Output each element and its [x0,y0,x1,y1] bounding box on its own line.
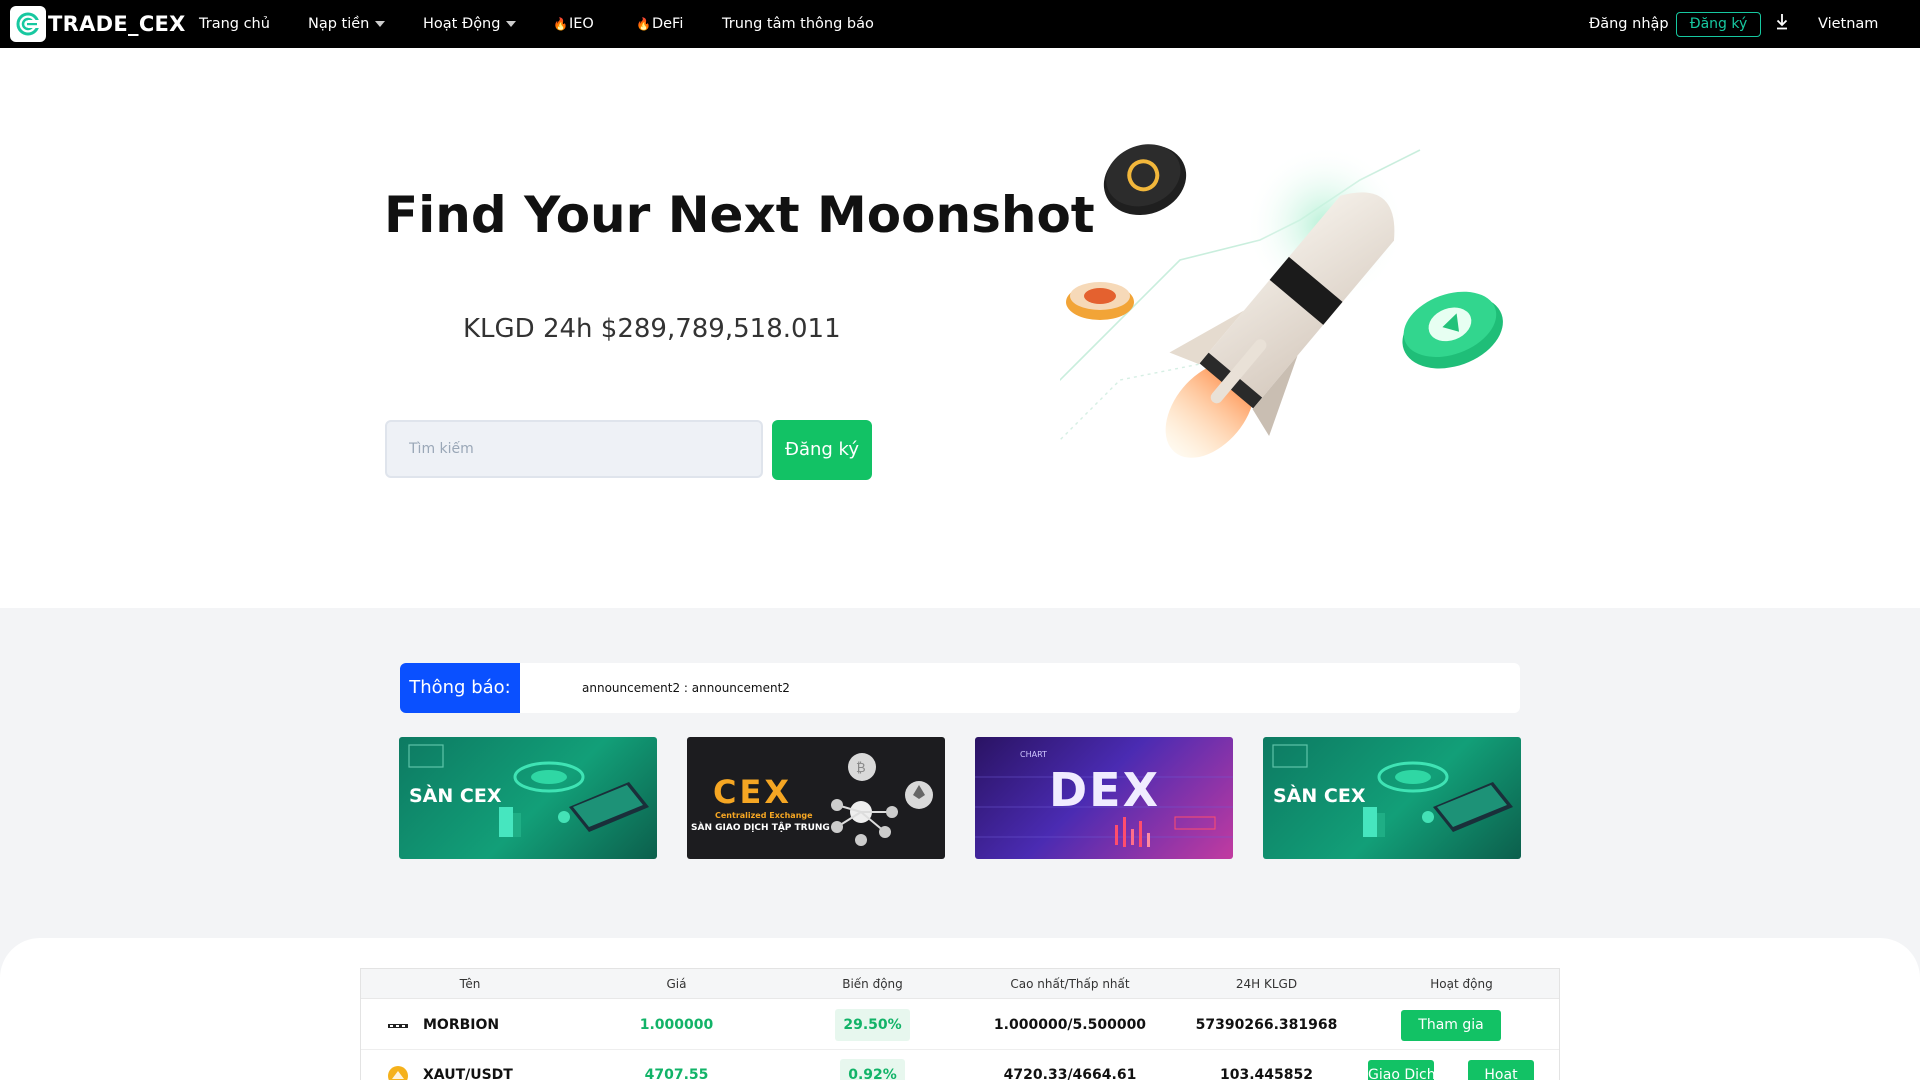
nav-announcement-center[interactable]: Trung tâm thông báo [722,0,874,48]
download-icon[interactable] [1774,12,1790,32]
table-row[interactable]: XAUT/USDT 4707.55 0.92% 4720.33/4664.61 … [361,1050,1559,1080]
register-button[interactable]: Đăng ký [1676,12,1761,37]
coin-change-cell: 29.50% [774,1000,971,1050]
col-high-low: Cao nhất/Thấp nhất [1010,977,1130,991]
brand-logo[interactable]: TRADE_CEX [10,6,186,42]
nav-deposit[interactable]: Nạp tiền [308,0,386,48]
coin-high-low: 4720.33/4664.61 [1003,1067,1137,1080]
brand-name: TRADE_CEX [48,12,186,36]
table-header: Tên Giá Biến động Cao nhất/Thấp nhất 24H… [361,969,1559,999]
morbion-coin-icon [388,1024,408,1028]
announcement-bar[interactable]: Thông báo: announcement2 : announcement2 [400,663,1520,713]
chevron-down-icon [375,21,386,27]
nav-activity[interactable]: Hoạt Động [423,0,517,48]
nav-defi-label: DeFi [651,16,684,32]
nav-defi[interactable]: 🔥DeFi [636,0,683,48]
col-price: Giá [666,977,687,991]
coin-orange [1066,282,1134,320]
banner-title: SÀN CEX [1273,785,1366,807]
nav-activity-label: Hoạt Động [423,16,501,32]
coin-green [1402,291,1503,369]
coin-price: 4707.55 [644,1067,709,1080]
svg-text:₿: ₿ [856,761,866,776]
hero-title: Find Your Next Moonshot [384,186,1095,244]
coin-change: 0.92% [840,1059,905,1080]
brand-logo-icon [10,6,46,42]
hero-24h-volume: KLGD 24h $289,789,518.011 [463,314,841,344]
xaut-coin-icon [388,1066,408,1080]
col-change: Biến động [842,977,903,991]
coin-volume: 57390266.381968 [1195,1017,1338,1033]
trade-button[interactable]: Giao Dịch [1368,1060,1434,1080]
banner-title: SÀN CEX [409,785,502,807]
col-volume: 24H KLGD [1235,977,1298,991]
join-button[interactable]: Tham gia [1401,1010,1501,1041]
nav-deposit-label: Nạp tiền [308,16,370,32]
announcement-label: Thông báo: [400,663,520,713]
svg-text:CHART: CHART [1020,750,1047,759]
col-action: Hoạt động [1430,977,1493,991]
banner-cex-subtitle: Centralized Exchange [715,811,813,820]
fire-icon: 🔥 [553,17,568,31]
banner-san-cex-1[interactable]: SÀN CEX [399,737,657,859]
market-table: Tên Giá Biến động Cao nhất/Thấp nhất 24H… [360,968,1560,1080]
banner-cex[interactable]: ₿ CEX Centralized Exchange SÀN GIAO DỊCH… [687,737,945,859]
login-link[interactable]: Đăng nhập [1589,0,1669,48]
search-input[interactable] [385,420,763,478]
coin-price: 1.000000 [639,1017,714,1033]
nav-home[interactable]: Trang chủ [199,0,270,48]
coin-volume: 103.445852 [1220,1067,1313,1080]
banner-san-cex-2[interactable]: SÀN CEX [1263,737,1521,859]
language-selector[interactable]: Vietnam [1818,0,1878,48]
coin-name[interactable]: MORBION [423,1000,499,1050]
table-row[interactable]: MORBION 1.000000 29.50% 1.000000/5.50000… [361,1000,1559,1050]
banner-cex-caption: SÀN GIAO DỊCH TẬP TRUNG [691,823,830,833]
coin-change-cell: 0.92% [774,1050,971,1080]
coin-change: 29.50% [835,1009,910,1041]
coin-high-low: 1.000000/5.500000 [993,1017,1147,1033]
top-navbar: TRADE_CEX Trang chủ Nạp tiền Hoạt Động 🔥… [0,0,1920,48]
fire-icon: 🔥 [636,17,651,31]
hero-register-button[interactable]: Đăng ký [772,420,872,480]
col-name: Tên [459,977,481,991]
banner-dex-title: DEX [1049,763,1161,817]
banner-dex[interactable]: CHART DEX [975,737,1233,859]
nav-ieo-label: IEO [568,16,594,32]
rocket-illustration [1060,144,1503,458]
banner-cex-title: CEX [713,773,793,811]
nav-ieo[interactable]: 🔥IEO [553,0,594,48]
activity-button[interactable]: Hoạt [1468,1060,1534,1080]
announcement-text[interactable]: announcement2 : announcement2 [582,663,790,713]
coin-name[interactable]: XAUT/USDT [423,1050,513,1080]
chevron-down-icon [506,21,517,27]
coin-dark [1103,144,1187,216]
